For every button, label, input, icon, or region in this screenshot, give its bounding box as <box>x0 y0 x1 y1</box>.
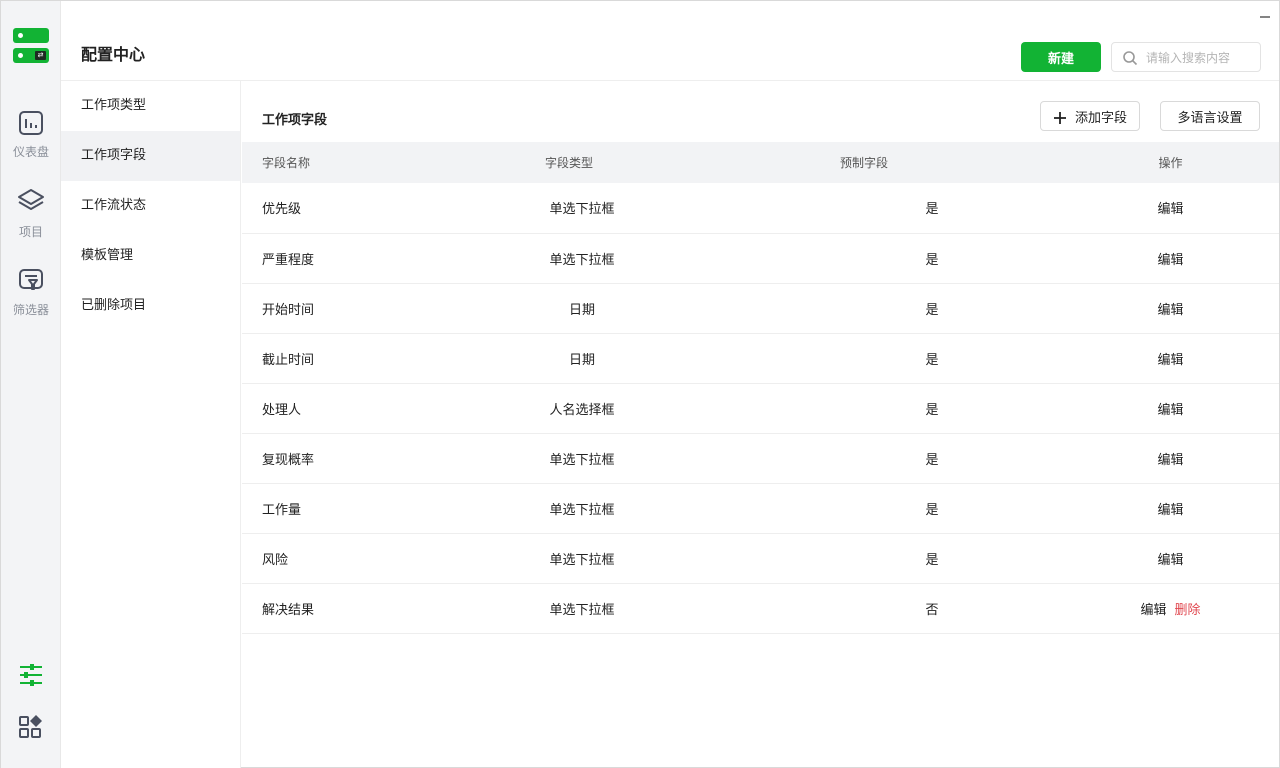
main-content: 工作项字段 添加字段 多语言设置 字段名称 字段类型 预制字段 操作 优先级单选… <box>242 81 1279 768</box>
preset-cell: 是 <box>925 402 939 418</box>
subnav-item-work-item-fields[interactable]: 工作项字段 <box>61 131 240 181</box>
rail-item-dashboard[interactable]: 仪表盘 <box>1 109 61 160</box>
field-name-cell: 复现概率 <box>262 452 315 468</box>
preset-cell: 是 <box>925 352 939 368</box>
edit-link[interactable]: 编辑 <box>1157 198 1183 217</box>
field-name-cell: 风险 <box>262 552 289 568</box>
actions-cell: 编辑 删除 <box>1062 583 1279 633</box>
header-field-type: 字段类型 <box>545 156 594 170</box>
field-type-cell: 单选下拉框 <box>549 502 615 518</box>
preset-cell: 是 <box>925 202 939 218</box>
rail-item-filters[interactable]: 筛选器 <box>1 267 61 318</box>
table-row: 处理人 人名选择框 是 编辑 <box>242 383 1279 433</box>
add-field-button[interactable]: 添加字段 <box>1040 101 1140 131</box>
subnav-item-templates[interactable]: 模板管理 <box>61 231 240 281</box>
apps-grid-icon <box>19 715 42 738</box>
minimize-button[interactable] <box>1257 9 1273 25</box>
table-row: 截止时间 日期 是 编辑 <box>242 333 1279 383</box>
field-type-cell: 单选下拉框 <box>549 202 615 218</box>
edit-link[interactable]: 编辑 <box>1157 449 1183 468</box>
actions-cell: 编辑 <box>1062 483 1279 533</box>
field-name-cell: 严重程度 <box>262 252 315 268</box>
subnav-item-workflow-states[interactable]: 工作流状态 <box>61 181 240 231</box>
header: 配置中心 新建 <box>61 1 1279 81</box>
edit-link[interactable]: 编辑 <box>1157 249 1183 268</box>
apps-button[interactable] <box>1 714 61 740</box>
chart-icon <box>19 111 43 135</box>
edit-link[interactable]: 编辑 <box>1157 349 1183 368</box>
actions-cell: 编辑 <box>1062 233 1279 283</box>
config-subnav: 工作项类型 工作项字段 工作流状态 模板管理 已删除项目 <box>61 81 241 768</box>
table-row: 工作量 单选下拉框 是 编辑 <box>242 483 1279 533</box>
preset-cell: 是 <box>925 452 939 468</box>
table-header-row: 字段名称 字段类型 预制字段 操作 <box>242 142 1279 183</box>
app-logo: ⇄ <box>13 28 49 64</box>
layers-icon <box>18 189 44 210</box>
app-window: ⇄ 仪表盘 项目 筛选器 配置中心 新建 请输入搜索内容 工作项类型 工作项字段… <box>0 0 1280 768</box>
preset-cell: 是 <box>925 252 939 268</box>
actions-cell: 编辑 <box>1062 333 1279 383</box>
preset-cell: 是 <box>925 302 939 318</box>
fields-table: 字段名称 字段类型 预制字段 操作 优先级 单选下拉框是编辑 严重程度 单选下拉框是编… <box>242 142 1279 634</box>
edit-link[interactable]: 编辑 <box>1157 399 1183 418</box>
actions-cell: 编辑 <box>1062 433 1279 483</box>
table-row: 开始时间 日期 是 编辑 <box>242 283 1279 333</box>
search-box[interactable] <box>1111 42 1261 72</box>
edit-link[interactable]: 编辑 <box>1157 299 1183 318</box>
field-name-cell: 解决结果 <box>262 602 315 618</box>
sliders-icon <box>20 664 42 686</box>
rail-label-dashboard: 仪表盘 <box>12 145 49 159</box>
preset-cell: 是 <box>925 552 939 568</box>
settings-sliders-button[interactable] <box>1 662 61 688</box>
field-type-cell: 单选下拉框 <box>549 452 615 468</box>
field-type-cell: 日期 <box>568 302 595 318</box>
field-type-cell: 单选下拉框 <box>549 552 615 568</box>
actions-cell: 编辑 <box>1062 183 1279 233</box>
field-type-cell: 单选下拉框 <box>549 602 615 618</box>
table-row: 复现概率 单选下拉框 是 编辑 <box>242 433 1279 483</box>
field-name-cell: 处理人 <box>262 402 302 418</box>
section-title: 工作项字段 <box>262 113 328 128</box>
subnav-item-work-item-types[interactable]: 工作项类型 <box>61 81 240 131</box>
header-preset: 预制字段 <box>840 156 889 170</box>
page-title: 配置中心 <box>81 45 146 64</box>
table-row: 严重程度 单选下拉框 是 编辑 <box>242 233 1279 283</box>
field-name-cell: 优先级 <box>262 202 302 218</box>
search-icon <box>1123 51 1138 66</box>
rail-label-filters: 筛选器 <box>12 303 49 317</box>
delete-link[interactable]: 删除 <box>1175 599 1201 618</box>
add-field-label: 添加字段 <box>1074 110 1127 126</box>
field-name-cell: 截止时间 <box>262 352 315 368</box>
subnav-item-deleted-projects[interactable]: 已删除项目 <box>61 281 240 331</box>
new-button[interactable]: 新建 <box>1021 42 1101 72</box>
actions-cell: 编辑 <box>1062 533 1279 583</box>
table-row: 风险 单选下拉框 是 编辑 <box>242 533 1279 583</box>
header-actions: 操作 <box>1158 156 1183 170</box>
preset-cell: 否 <box>925 602 939 618</box>
plus-icon <box>1053 111 1066 124</box>
actions-cell: 编辑 <box>1062 283 1279 333</box>
field-name-cell: 工作量 <box>262 502 302 518</box>
preset-cell: 是 <box>925 502 939 518</box>
actions-cell: 编辑 <box>1062 383 1279 433</box>
field-type-cell: 日期 <box>568 352 595 368</box>
fields-table-body: 优先级 单选下拉框是编辑 严重程度 单选下拉框是编辑 开始时间 日期是编辑 截止时间 日期是编… <box>242 183 1279 633</box>
search-input[interactable] <box>1146 49 1256 67</box>
edit-link[interactable]: 编辑 <box>1157 499 1183 518</box>
left-rail: ⇄ 仪表盘 项目 筛选器 <box>1 1 61 768</box>
rail-item-projects[interactable]: 项目 <box>1 187 61 240</box>
filter-icon <box>19 269 43 290</box>
edit-link[interactable]: 编辑 <box>1140 599 1166 618</box>
rail-label-projects: 项目 <box>18 225 43 239</box>
table-row: 解决结果 单选下拉框 否 编辑 删除 <box>242 583 1279 633</box>
field-name-cell: 开始时间 <box>262 302 315 318</box>
table-row: 优先级 单选下拉框 是 编辑 <box>242 183 1279 233</box>
edit-link[interactable]: 编辑 <box>1157 549 1183 568</box>
field-type-cell: 单选下拉框 <box>549 252 615 268</box>
minimize-icon <box>1260 16 1270 18</box>
language-settings-button[interactable]: 多语言设置 <box>1160 101 1260 131</box>
field-type-cell: 人名选择框 <box>549 402 615 418</box>
header-field-name: 字段名称 <box>262 156 311 170</box>
